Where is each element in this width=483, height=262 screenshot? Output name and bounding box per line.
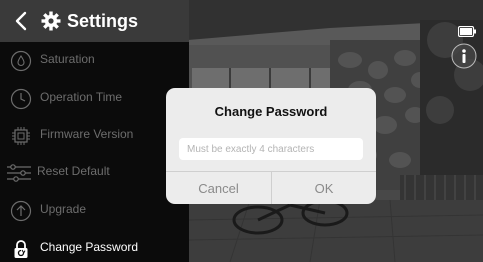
sidebar-item-label: Change Password bbox=[40, 240, 139, 254]
saturation-icon bbox=[10, 50, 32, 72]
clock-icon bbox=[10, 88, 32, 110]
gear-icon bbox=[41, 11, 61, 31]
info-icon[interactable] bbox=[451, 43, 477, 69]
app-screen: Settings Saturation Operation Time Firmw… bbox=[0, 0, 483, 262]
sidebar-item-label: Saturation bbox=[40, 52, 95, 66]
chip-icon bbox=[10, 125, 32, 147]
sidebar-item-firmware-version[interactable]: Firmware Version bbox=[0, 117, 189, 154]
lock-icon bbox=[10, 238, 32, 260]
chevron-left-icon[interactable] bbox=[14, 11, 28, 31]
sidebar-item-operation-time[interactable]: Operation Time bbox=[0, 80, 189, 117]
sidebar-item-label: Reset Default bbox=[37, 164, 110, 178]
sidebar-item-upgrade[interactable]: Upgrade bbox=[0, 192, 189, 229]
settings-sidebar: Settings Saturation Operation Time Firmw… bbox=[0, 0, 189, 262]
sidebar-item-saturation[interactable]: Saturation bbox=[0, 42, 189, 79]
sidebar-item-label: Operation Time bbox=[40, 90, 123, 104]
cancel-button[interactable]: Cancel bbox=[166, 172, 271, 204]
sidebar-item-label: Firmware Version bbox=[40, 127, 134, 141]
password-input[interactable] bbox=[179, 138, 363, 160]
sidebar-item-label: Upgrade bbox=[40, 202, 87, 216]
settings-header: Settings bbox=[0, 0, 189, 42]
sliders-icon bbox=[6, 162, 31, 184]
change-password-dialog: Change Password Cancel OK bbox=[166, 88, 376, 204]
sidebar-item-change-password[interactable]: Change Password bbox=[0, 230, 189, 262]
sidebar-item-reset-default[interactable]: Reset Default bbox=[0, 154, 189, 191]
dialog-title: Change Password bbox=[214, 104, 328, 119]
page-title: Settings bbox=[67, 11, 139, 31]
ok-button[interactable]: OK bbox=[272, 172, 376, 204]
battery-icon bbox=[457, 24, 476, 38]
upload-icon bbox=[10, 200, 32, 222]
